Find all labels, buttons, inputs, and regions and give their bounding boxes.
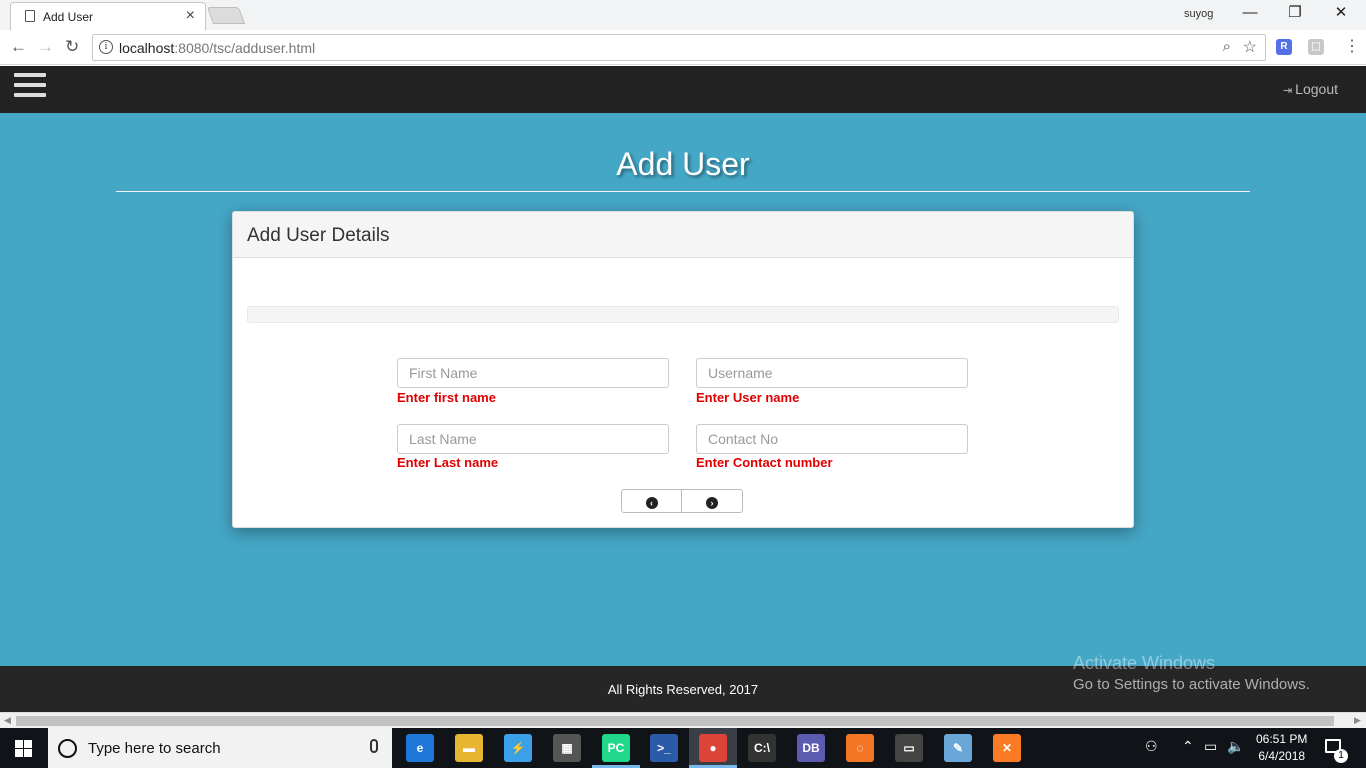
pycharm-icon[interactable]: PC xyxy=(602,734,630,762)
chrome-menu-icon[interactable]: ⋮ xyxy=(1344,38,1360,56)
file-explorer-icon[interactable]: ▬ xyxy=(455,734,483,762)
battery-icon[interactable]: ▭ xyxy=(1204,738,1217,755)
windows-start-icon[interactable] xyxy=(15,740,32,757)
scrollbar-thumb[interactable] xyxy=(16,716,1334,726)
windows-taskbar: Type here to search e ▬ ⚡ ▦ PC >_ ● C:\ DB ◌ ▭ ✎ ✕ ⚇… xyxy=(0,728,1366,768)
xampp-icon[interactable]: ✕ xyxy=(993,734,1021,762)
logout-link[interactable]: ⇥ Logout xyxy=(1283,81,1338,97)
panel-heading-text: Add User Details xyxy=(247,225,390,246)
first-name-error: Enter first name xyxy=(397,390,496,405)
new-tab-button[interactable] xyxy=(206,7,246,24)
bookmark-star-icon[interactable]: ☆ xyxy=(1243,37,1257,57)
pager: ‹ › xyxy=(621,489,743,513)
contact-no-error: Enter Contact number xyxy=(696,455,833,470)
username-input[interactable] xyxy=(696,358,968,388)
jupyter-icon[interactable]: ◌ xyxy=(846,734,874,762)
notification-badge: 1 xyxy=(1334,749,1348,763)
page-body: ⇥Logout Add User Add User Details Enter … xyxy=(0,66,1366,712)
add-user-panel: Add User Details Enter first name Enter … xyxy=(232,211,1134,528)
restore-button[interactable]: ❐ xyxy=(1285,4,1305,22)
chrome-icon[interactable]: ● xyxy=(699,734,727,762)
cortana-icon xyxy=(58,739,77,758)
sqlite-browser-icon[interactable]: DB xyxy=(797,734,825,762)
last-name-error: Enter Last name xyxy=(397,455,499,470)
microphone-icon[interactable] xyxy=(370,739,378,753)
page-title: Add User xyxy=(616,146,750,182)
extension-r-icon[interactable]: R xyxy=(1276,39,1292,55)
circle-arrow-left-icon: ‹ xyxy=(645,497,658,509)
scroll-left-icon[interactable]: ◀ xyxy=(4,715,11,726)
bolt-app-icon[interactable]: ⚡ xyxy=(504,734,532,762)
volume-icon[interactable]: 🔈 xyxy=(1227,738,1244,755)
top-navbar: ⇥ Logout xyxy=(0,66,1366,113)
progress-bar xyxy=(247,306,1119,323)
previous-button[interactable]: ‹ xyxy=(622,490,682,512)
browser-tab-strip: Add User × suyog — ❐ ✕ xyxy=(0,0,1366,30)
taskbar-search-placeholder: Type here to search xyxy=(88,740,221,757)
username-error: Enter User name xyxy=(696,390,800,405)
terminal-icon[interactable]: ▭ xyxy=(895,734,923,762)
clock-date: 6/4/2018 xyxy=(1258,749,1306,763)
last-name-input[interactable] xyxy=(397,424,669,454)
clock-time: 06:51 PM xyxy=(1256,732,1308,746)
forward-arrow-icon[interactable]: → xyxy=(37,37,54,57)
logout-icon: ⇥ xyxy=(1282,85,1293,97)
browser-toolbar: ← → ↻ i localhost:8080/tsc/adduser.html … xyxy=(0,30,1366,65)
next-button[interactable]: › xyxy=(682,490,742,512)
taskbar-clock[interactable]: 06:51 PM 6/4/2018 xyxy=(1256,731,1307,765)
address-bar[interactable]: i localhost:8080/tsc/adduser.html ⌕ ☆ xyxy=(92,34,1266,61)
reload-icon[interactable]: ↻ xyxy=(65,37,79,57)
tray-chevron-icon[interactable]: ⌃ xyxy=(1182,738,1194,755)
hamburger-menu-icon[interactable] xyxy=(14,73,46,97)
activate-windows-title: Activate Windows xyxy=(1073,653,1216,673)
taskbar-search[interactable]: Type here to search xyxy=(48,728,392,768)
scroll-right-icon[interactable]: ▶ xyxy=(1354,715,1361,726)
title-divider xyxy=(116,191,1250,192)
zoom-icon[interactable]: ⌕ xyxy=(1223,38,1231,55)
extension-pdf-icon[interactable]: ⬚ xyxy=(1308,39,1324,55)
horizontal-scrollbar[interactable]: ◀ ▶ xyxy=(0,712,1366,728)
panel-heading: Add User Details xyxy=(233,212,1133,258)
cmd-icon[interactable]: C:\ xyxy=(748,734,776,762)
people-icon[interactable]: ⚇ xyxy=(1145,738,1158,755)
first-name-input[interactable] xyxy=(397,358,669,388)
back-arrow-icon[interactable]: ← xyxy=(10,37,27,57)
page-icon xyxy=(25,10,35,22)
paint-icon[interactable]: ✎ xyxy=(944,734,972,762)
tab-title: Add User xyxy=(43,10,94,24)
site-info-icon[interactable]: i xyxy=(99,40,113,54)
close-window-button[interactable]: ✕ xyxy=(1331,4,1351,22)
powershell-icon[interactable]: >_ xyxy=(650,734,678,762)
edge-icon[interactable]: e xyxy=(406,734,434,762)
url-text[interactable]: localhost:8080/tsc/adduser.html xyxy=(119,40,315,56)
browser-tab[interactable]: Add User × xyxy=(10,2,206,30)
contact-no-input[interactable] xyxy=(696,424,968,454)
tab-close-icon[interactable]: × xyxy=(186,8,195,24)
profile-name[interactable]: suyog xyxy=(1184,8,1213,20)
activate-windows-subtitle: Go to Settings to activate Windows. xyxy=(1073,676,1310,693)
circle-arrow-right-icon: › xyxy=(706,497,718,509)
minimize-button[interactable]: — xyxy=(1240,4,1260,22)
calculator-app-icon[interactable]: ▦ xyxy=(553,734,581,762)
